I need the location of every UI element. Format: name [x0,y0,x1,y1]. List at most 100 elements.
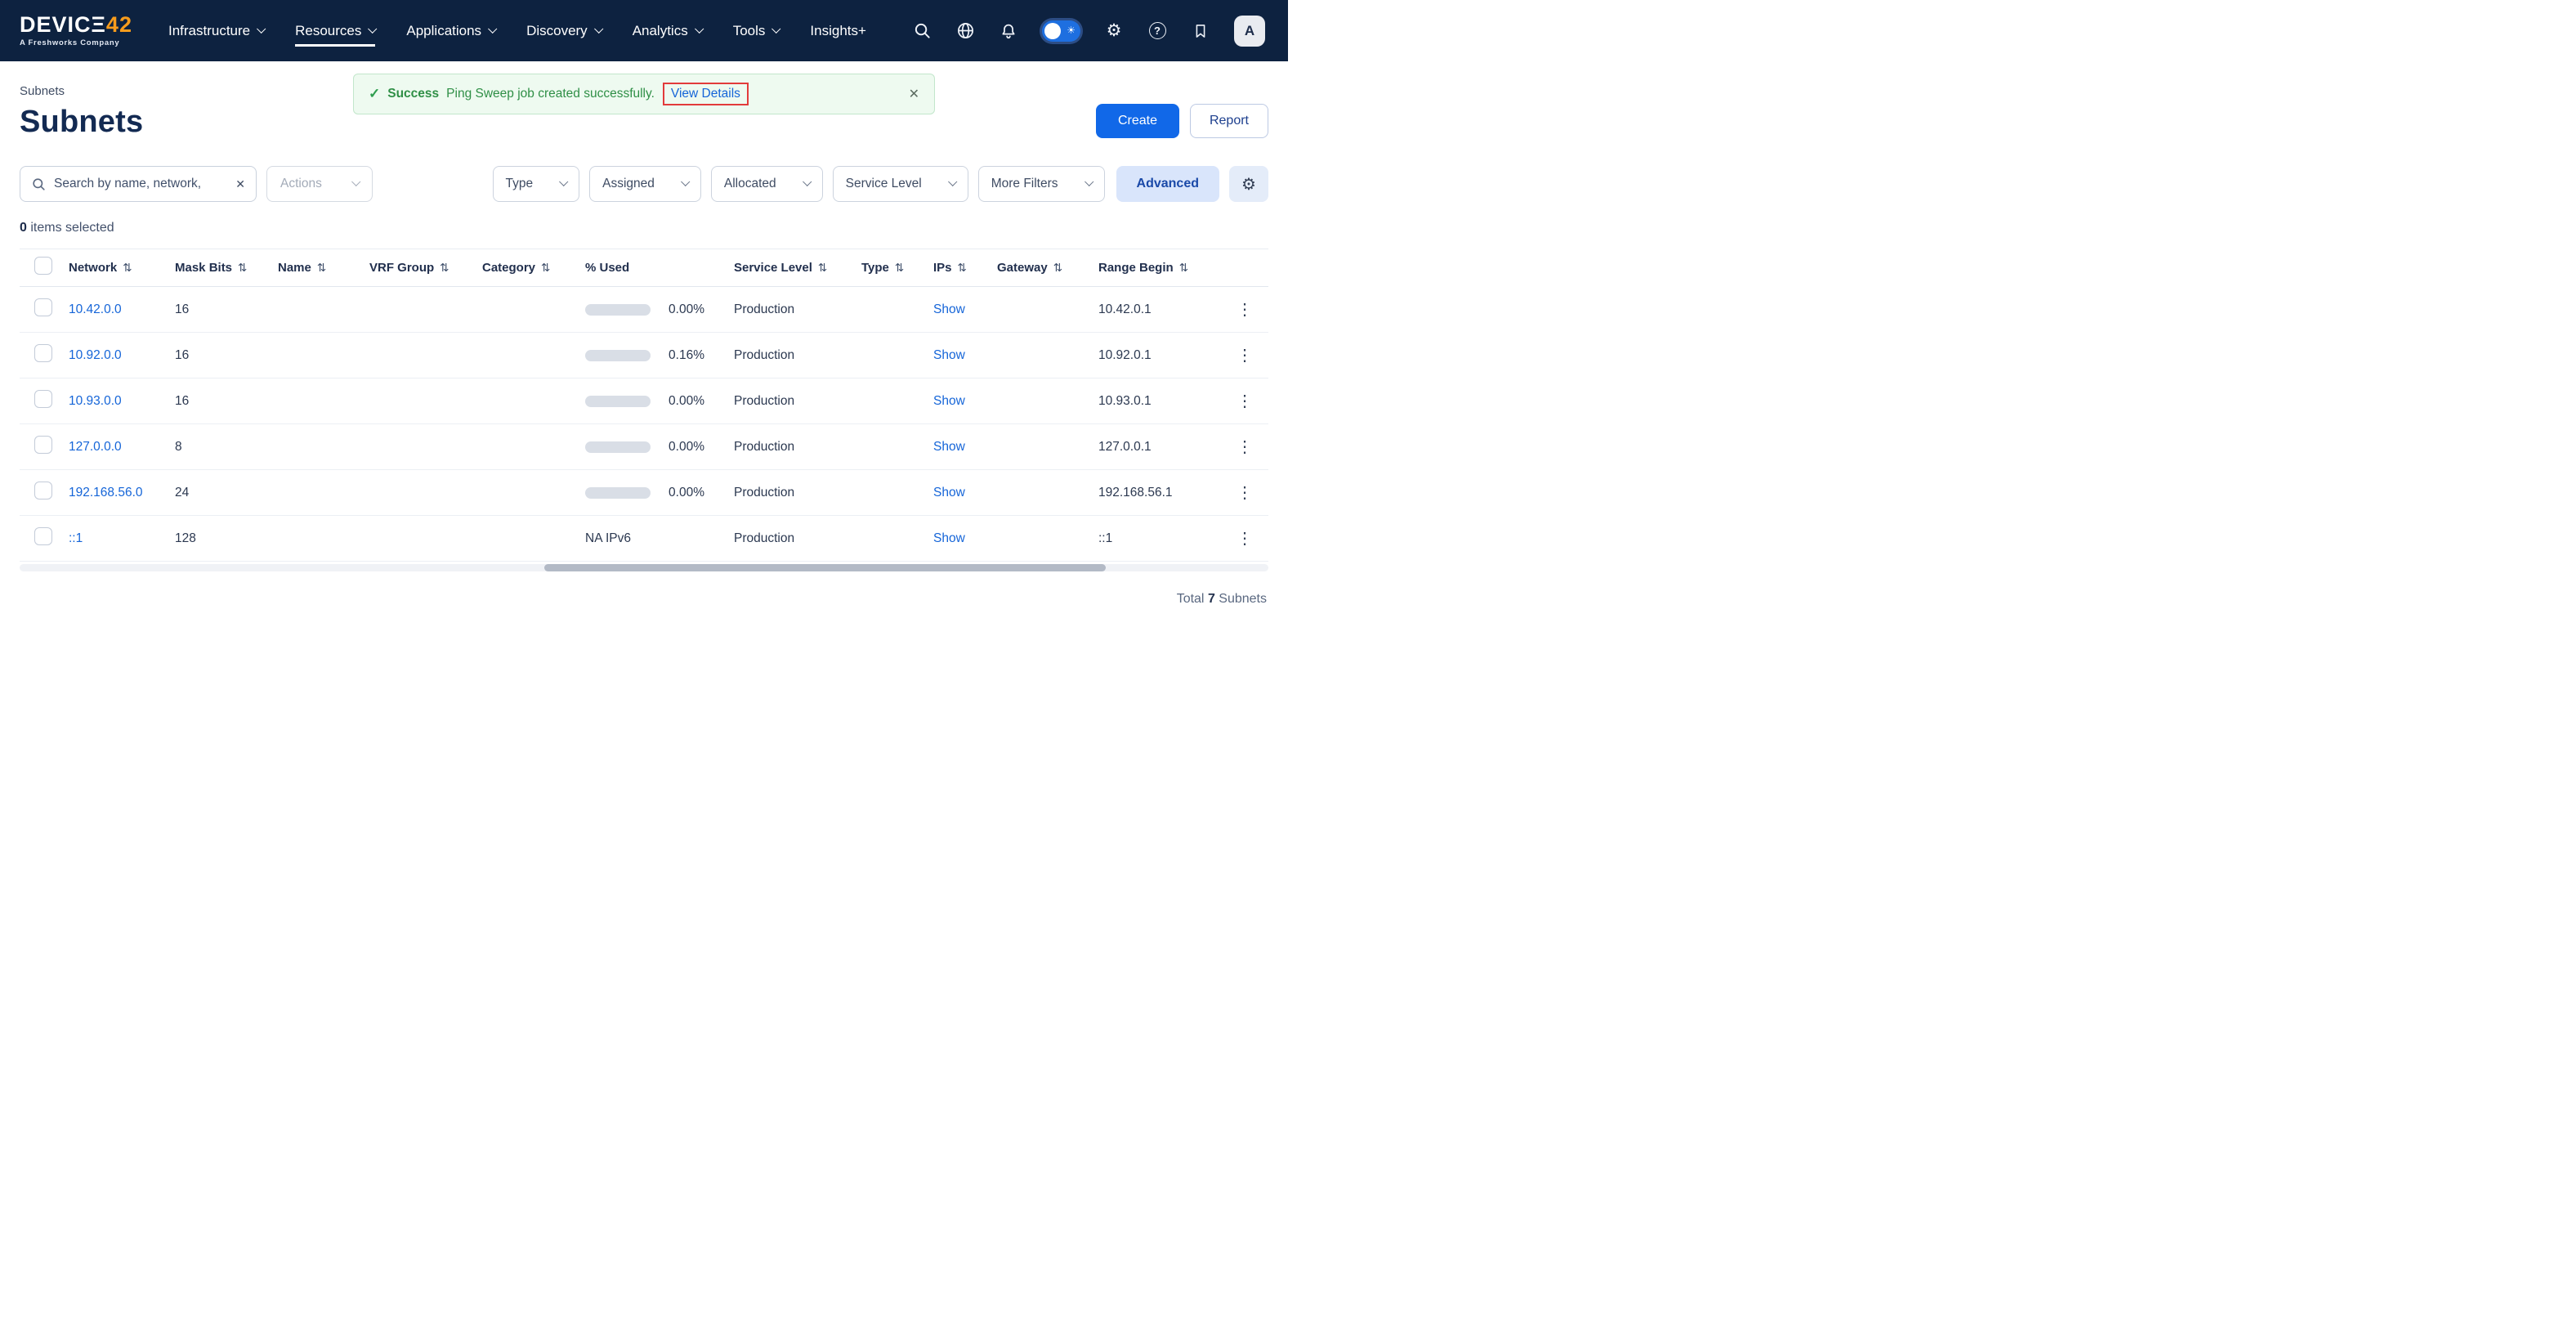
column-header[interactable]: IPs ⇅ [933,261,997,275]
search-input[interactable] [54,177,228,191]
filter-dropdown[interactable]: Service Level [833,166,968,202]
subnet-network-link[interactable]: 10.92.0.0 [69,348,122,362]
chevron-down-icon [771,24,780,33]
row-menu-kebab-icon[interactable]: ⋮ [1232,392,1258,410]
ips-show-link[interactable]: Show [933,302,965,316]
column-header[interactable]: Network ⇅ [69,261,175,275]
row-menu-kebab-icon[interactable]: ⋮ [1232,530,1258,548]
percent-used-value: 0.00% [657,440,704,455]
column-header[interactable]: Range Begin ⇅ [1098,261,1221,275]
view-details-link[interactable]: View Details [671,87,740,101]
filter-dropdown[interactable]: Allocated [711,166,823,202]
sort-icon[interactable]: ⇅ [1053,262,1062,275]
column-header[interactable]: Category ⇅ [482,261,585,275]
row-checkbox[interactable] [34,298,52,316]
row-menu-cell: ⋮ [1221,345,1268,365]
row-checkbox-cell [20,298,69,320]
device42-logo[interactable]: DEVICΞ42 A Freshworks Company [20,14,132,47]
row-menu-kebab-icon[interactable]: ⋮ [1232,347,1258,365]
filter-dropdown-label: More Filters [991,177,1058,191]
percent-used-cell: 0.16% [585,348,734,363]
table-body: 10.42.0.0 16 0.00% Production Show 10.42… [20,287,1268,562]
row-checkbox[interactable] [34,436,52,454]
theme-toggle[interactable]: ☀ [1042,20,1080,42]
percent-used-cell: NA IPv6 [585,531,734,546]
sort-icon[interactable]: ⇅ [317,262,326,275]
column-header[interactable]: Service Level ⇅ [734,261,861,275]
column-header[interactable]: Type ⇅ [861,261,933,275]
row-checkbox[interactable] [34,527,52,545]
filter-dropdowns: Type Assigned Allocated Service Level Mo… [493,166,1105,202]
column-header[interactable]: Gateway ⇅ [997,261,1098,275]
subnet-network-link[interactable]: 192.168.56.0 [69,486,143,499]
settings-gear-icon[interactable]: ⚙ [1104,21,1124,41]
column-header[interactable]: Mask Bits ⇅ [175,261,278,275]
sort-icon[interactable]: ⇅ [818,262,827,275]
report-button[interactable]: Report [1190,104,1268,138]
bookmark-icon[interactable] [1191,21,1210,41]
horizontal-scrollbar-track[interactable] [20,564,1268,571]
help-icon[interactable]: ? [1147,21,1167,41]
nav-menu-item[interactable]: Infrastructure [168,16,264,47]
ips-cell: Show [933,302,997,317]
service-level-cell: Production [734,440,861,455]
total-count-line: Total 7 Subnets [20,592,1268,607]
row-menu-kebab-icon[interactable]: ⋮ [1232,484,1258,502]
ips-show-link[interactable]: Show [933,531,965,545]
column-header[interactable]: VRF Group ⇅ [369,261,482,275]
sort-icon[interactable]: ⇅ [1179,262,1188,275]
filter-dropdown[interactable]: More Filters [978,166,1105,202]
user-avatar[interactable]: A [1234,16,1265,47]
select-all-checkbox[interactable] [34,257,52,275]
banner-close-icon[interactable]: ✕ [909,86,919,102]
nav-item-label: Resources [295,23,361,39]
ips-show-link[interactable]: Show [933,348,965,362]
nav-menu-item[interactable]: Insights+ [810,16,866,47]
horizontal-scrollbar-thumb[interactable] [544,564,1107,571]
ips-cell: Show [933,531,997,546]
view-details-highlight-box: View Details [663,83,749,105]
nav-menu-item[interactable]: Tools [733,16,780,47]
ips-show-link[interactable]: Show [933,440,965,454]
row-menu-kebab-icon[interactable]: ⋮ [1232,438,1258,456]
row-checkbox[interactable] [34,482,52,499]
subnet-network-link[interactable]: 127.0.0.0 [69,440,122,454]
row-menu-cell: ⋮ [1221,482,1268,503]
nav-menu-item[interactable]: Applications [406,16,495,47]
ips-show-link[interactable]: Show [933,394,965,408]
notifications-bell-icon[interactable] [999,21,1018,41]
nav-item-label: Infrastructure [168,23,250,39]
filter-dropdown[interactable]: Assigned [589,166,701,202]
filter-dropdown[interactable]: Type [493,166,580,202]
nav-menu-item[interactable]: Discovery [526,16,602,47]
row-checkbox[interactable] [34,390,52,408]
ips-show-link[interactable]: Show [933,486,965,499]
sort-icon[interactable]: ⇅ [895,262,904,275]
subnet-network-link[interactable]: ::1 [69,531,83,545]
actions-dropdown[interactable]: Actions [266,166,373,202]
sort-icon[interactable]: ⇅ [958,262,967,275]
column-label: Range Begin [1098,261,1174,275]
create-button[interactable]: Create [1096,104,1179,138]
subnet-network-link[interactable]: 10.93.0.0 [69,394,122,408]
search-clear-icon[interactable]: ✕ [235,177,245,191]
column-header[interactable]: % Used [585,261,734,275]
sort-icon[interactable]: ⇅ [123,262,132,275]
row-checkbox-cell [20,527,69,549]
row-menu-kebab-icon[interactable]: ⋮ [1232,301,1258,319]
nav-menu-item[interactable]: Analytics [633,16,702,47]
subnets-table: Network ⇅ Mask Bits ⇅ Name ⇅ VRF Group ⇅… [20,249,1268,571]
globe-icon[interactable] [955,21,975,41]
row-checkbox[interactable] [34,344,52,362]
percent-used-value: NA IPv6 [585,531,631,546]
subnet-network-link[interactable]: 10.42.0.0 [69,302,122,316]
table-settings-gear-button[interactable]: ⚙ [1229,166,1268,202]
advanced-button[interactable]: Advanced [1116,166,1219,202]
search-box[interactable]: ✕ [20,166,257,202]
column-header[interactable]: Name ⇅ [278,261,369,275]
sort-icon[interactable]: ⇅ [541,262,550,275]
search-icon[interactable] [912,21,932,41]
nav-menu-item[interactable]: Resources [295,16,375,47]
sort-icon[interactable]: ⇅ [238,262,247,275]
sort-icon[interactable]: ⇅ [440,262,449,275]
